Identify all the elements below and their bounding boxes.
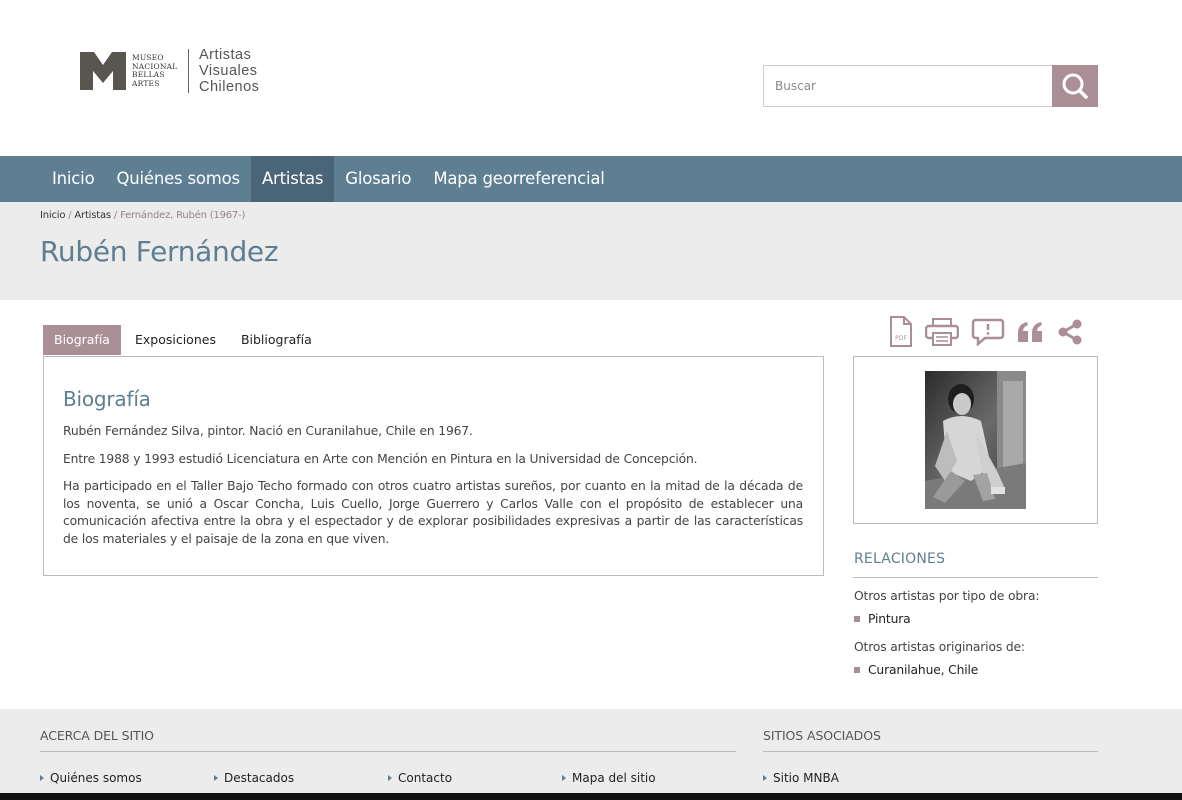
nav-item-artistas[interactable]: Artistas bbox=[250, 156, 335, 202]
origin-link-text: Curanilahue, Chile bbox=[868, 663, 979, 677]
search-form bbox=[763, 65, 1098, 107]
breadcrumb-current: Fernández, Rubén (1967-) bbox=[120, 210, 246, 221]
logo-site-name: Artistas Visuales Chilenos bbox=[199, 47, 259, 95]
site-footer: ACERCA DEL SITIO SITIOS ASOCIADOS Quiéne… bbox=[0, 709, 1182, 793]
share-icon bbox=[1058, 319, 1082, 344]
logo-line-4: ARTES bbox=[132, 78, 160, 88]
tab-bibliografia[interactable]: Bibliografía bbox=[230, 325, 323, 355]
caret-right-icon bbox=[40, 775, 44, 781]
search-icon bbox=[1062, 73, 1088, 99]
biography-panel: Biografía Rubén Fernández Silva, pintor.… bbox=[43, 356, 824, 576]
footer-associated-heading: SITIOS ASOCIADOS bbox=[763, 728, 881, 743]
report-icon bbox=[971, 318, 1005, 346]
work-type-link-text: Pintura bbox=[868, 612, 911, 626]
nav-item-mapa-georreferencial[interactable]: Mapa georreferencial bbox=[422, 156, 615, 202]
footer-link-text: Contacto bbox=[398, 771, 453, 785]
report-button[interactable] bbox=[971, 318, 1005, 346]
site-header: MUSEO NACIONAL BELLAS ARTES Artistas Vis… bbox=[0, 0, 1182, 156]
caret-right-icon bbox=[763, 775, 767, 781]
origin-link[interactable]: Curanilahue, Chile bbox=[854, 663, 978, 677]
footer-link-text: Sitio MNBA bbox=[773, 771, 839, 785]
footer-link-text: Quiénes somos bbox=[50, 771, 142, 785]
biography-paragraph: Entre 1988 y 1993 estudió Licenciatura e… bbox=[63, 451, 698, 466]
footer-link-text: Mapa del sitio bbox=[572, 771, 656, 785]
relations-heading: RELACIONES bbox=[854, 551, 946, 567]
search-button[interactable] bbox=[1052, 65, 1098, 107]
footer-link-destacados[interactable]: Destacados bbox=[214, 771, 294, 785]
logo-divider bbox=[188, 49, 189, 93]
page-title: Rubén Fernández bbox=[40, 235, 279, 268]
breadcrumb-separator: / bbox=[110, 210, 121, 221]
work-type-label: Otros artistas por tipo de obra: bbox=[854, 589, 1040, 603]
relations-divider bbox=[853, 577, 1098, 578]
content-tabs: Biografía Exposiciones Bibliografía bbox=[43, 325, 326, 355]
nav-item-quienes-somos[interactable]: Quiénes somos bbox=[105, 156, 251, 202]
breadcrumb-home[interactable]: Inicio bbox=[40, 210, 65, 221]
nav-item-glosario[interactable]: Glosario bbox=[334, 156, 422, 202]
footer-link-quienes-somos[interactable]: Quiénes somos bbox=[40, 771, 142, 785]
pdf-icon: PDF bbox=[890, 316, 912, 347]
logo-site-line-1: Artistas bbox=[199, 47, 252, 63]
nav-item-inicio[interactable]: Inicio bbox=[41, 156, 105, 202]
caret-right-icon bbox=[214, 775, 218, 781]
biography-paragraph: Rubén Fernández Silva, pintor. Nació en … bbox=[63, 424, 473, 438]
footer-about-heading: ACERCA DEL SITIO bbox=[40, 728, 154, 743]
logo-site-line-3: Chilenos bbox=[199, 79, 260, 95]
logo-site-line-2: Visuales bbox=[199, 63, 258, 79]
cite-button[interactable] bbox=[1017, 320, 1045, 344]
footer-link-mapa-del-sitio[interactable]: Mapa del sitio bbox=[562, 771, 656, 785]
footer-link-text: Destacados bbox=[224, 771, 295, 785]
biography-paragraph: Ha participado en el Taller Bajo Techo f… bbox=[63, 479, 803, 546]
footer-link-contacto[interactable]: Contacto bbox=[388, 771, 452, 785]
mnba-logo-mark bbox=[80, 52, 126, 90]
quote-icon bbox=[1018, 321, 1042, 342]
print-icon bbox=[925, 317, 959, 346]
print-button[interactable] bbox=[925, 317, 959, 346]
footer-about-divider bbox=[40, 751, 736, 752]
footer-link-sitio-mnba[interactable]: Sitio MNBA bbox=[763, 771, 839, 785]
artist-photo-frame bbox=[853, 356, 1098, 524]
window-bottom-bar bbox=[0, 793, 1182, 800]
artist-photo[interactable] bbox=[925, 371, 1026, 509]
site-logo[interactable]: MUSEO NACIONAL BELLAS ARTES Artistas Vis… bbox=[80, 44, 259, 98]
caret-right-icon bbox=[388, 775, 392, 781]
bullet-icon bbox=[854, 616, 860, 622]
pdf-icon-label: PDF bbox=[895, 335, 907, 342]
bullet-icon bbox=[854, 667, 860, 673]
footer-associated-divider bbox=[763, 751, 1098, 752]
caret-right-icon bbox=[562, 775, 566, 781]
biography-heading: Biografía bbox=[63, 387, 151, 411]
logo-institution-text: MUSEO NACIONAL BELLAS ARTES bbox=[132, 53, 182, 88]
search-input[interactable] bbox=[763, 65, 1052, 107]
breadcrumb-artistas[interactable]: Artistas bbox=[74, 210, 111, 221]
main-nav: Inicio Quiénes somos Artistas Glosario M… bbox=[0, 156, 1182, 202]
page-tools: PDF bbox=[889, 316, 1095, 347]
share-button[interactable] bbox=[1057, 319, 1083, 345]
work-type-link[interactable]: Pintura bbox=[854, 612, 911, 626]
tab-exposiciones[interactable]: Exposiciones bbox=[124, 325, 227, 355]
tab-biografia[interactable]: Biografía bbox=[43, 325, 121, 355]
breadcrumb: Inicio / Artistas / Fernández, Rubén (19… bbox=[40, 210, 245, 221]
origin-label: Otros artistas originarios de: bbox=[854, 640, 1025, 654]
pdf-button[interactable]: PDF bbox=[889, 316, 913, 347]
title-band: Inicio / Artistas / Fernández, Rubén (19… bbox=[0, 202, 1182, 300]
